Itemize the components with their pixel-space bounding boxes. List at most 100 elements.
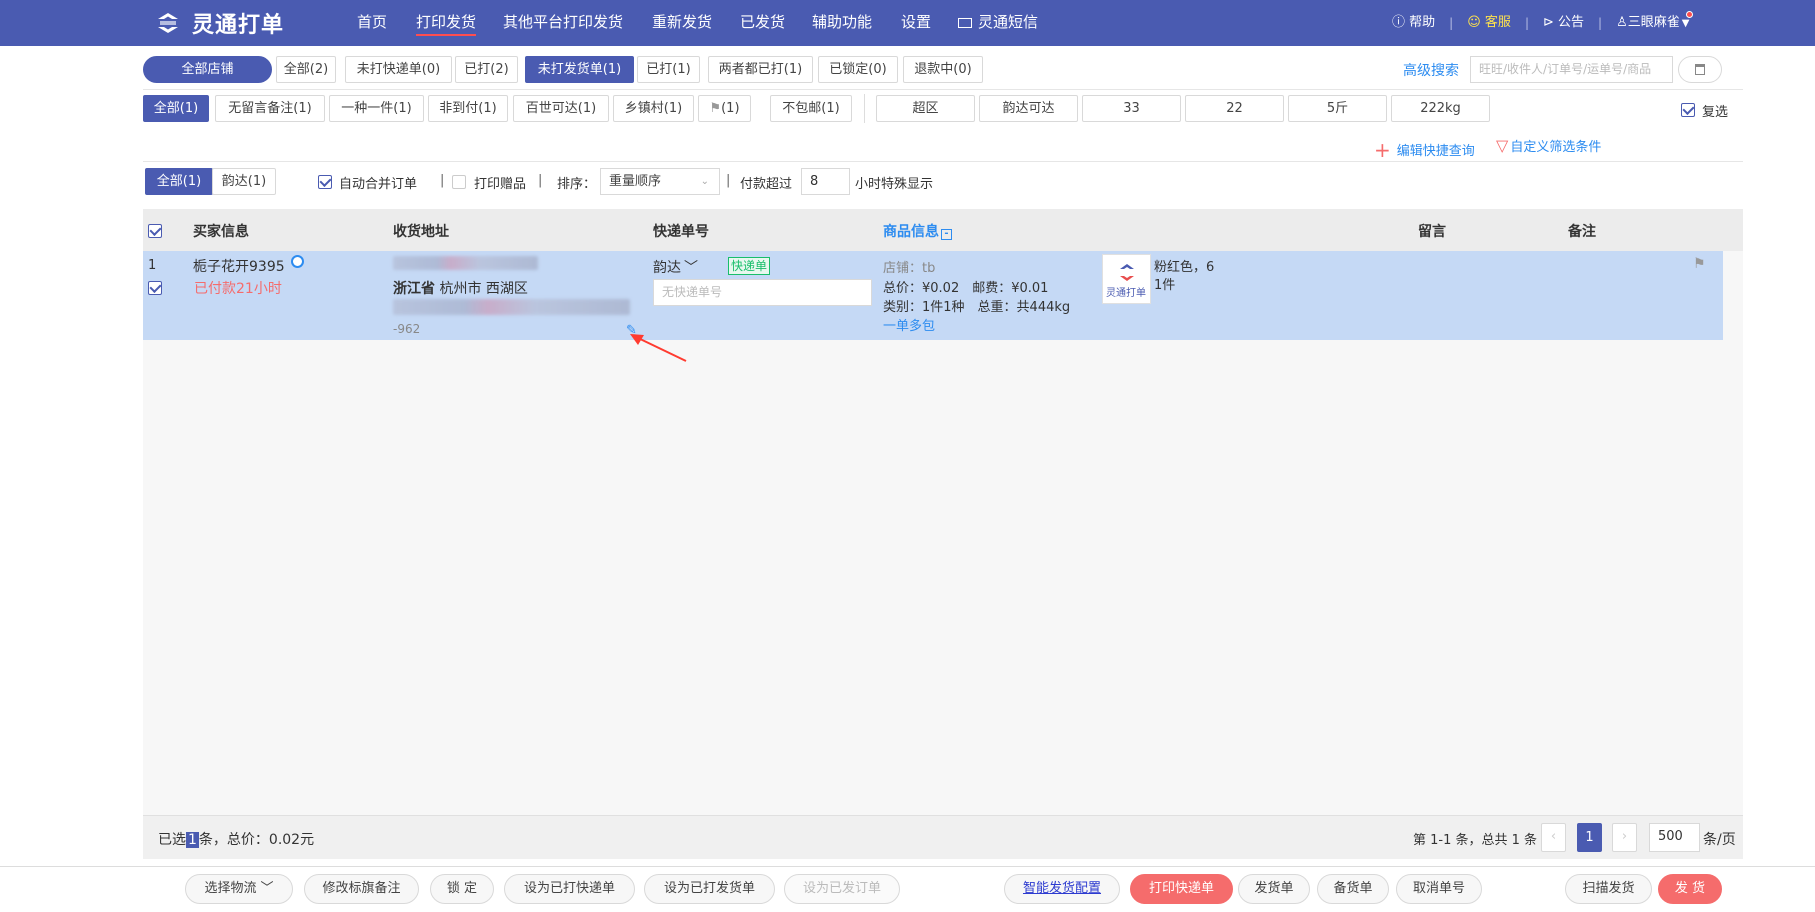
clear-search-button[interactable] — [1678, 56, 1722, 83]
col-product-label: 商品信息 — [883, 224, 939, 240]
tab-all-shops[interactable]: 全部店铺 — [143, 56, 272, 83]
tab-unprinted-express[interactable]: 未打快递单(0) — [345, 56, 452, 83]
filter-weight-5[interactable]: 5斤 — [1288, 95, 1387, 122]
brand-logo[interactable]: 灵通打单 — [152, 7, 284, 39]
filter-non-cod[interactable]: 非到付(1) — [428, 95, 508, 122]
filter-weight-222[interactable]: 222kg — [1391, 95, 1490, 122]
flag-icon[interactable]: ⚑ — [1693, 256, 1706, 272]
wangwang-icon[interactable] — [291, 255, 304, 268]
notice-link[interactable]: ⊳ 公告 — [1543, 1, 1584, 45]
nav-tools[interactable]: 辅助功能 — [812, 0, 872, 46]
filter-no-message[interactable]: 无留言备注(1) — [215, 95, 325, 122]
filter-custom-22[interactable]: 22 — [1185, 95, 1284, 122]
filter-no-free-shipping[interactable]: 不包邮(1) — [770, 95, 852, 122]
logo-icon — [152, 9, 184, 37]
express-select[interactable]: 韵达 ﹀ — [653, 257, 698, 277]
tab-printed[interactable]: 已打(2) — [455, 56, 518, 83]
selected-suffix: 条，总价：0.02元 — [198, 832, 315, 848]
address-detail-blurred — [393, 299, 630, 315]
pay-over-suffix: 小时特殊显示 — [855, 177, 934, 192]
collapse-icon: - — [941, 229, 952, 240]
col-buyer: 买家信息 — [193, 224, 249, 240]
brand-name: 灵通打单 — [192, 13, 285, 38]
tab-unprinted-delivery[interactable]: 未打发货单(1) — [525, 56, 634, 83]
edit-quick-query-link[interactable]: + 编辑快捷查询 — [1374, 136, 1475, 162]
filter-one-kind[interactable]: 一种一件(1) — [329, 95, 424, 122]
user-menu[interactable]: ♙三眼麻雀 ▼ — [1616, 1, 1694, 46]
set-shipped-button[interactable]: 设为已发订单 — [784, 874, 900, 904]
delivery-note-button[interactable]: 发货单 — [1238, 874, 1310, 904]
auto-merge-checkbox[interactable] — [318, 175, 332, 189]
tab-printed-delivery[interactable]: 已打(1) — [637, 56, 700, 83]
nav-settings[interactable]: 设置 — [901, 0, 931, 46]
pay-over-hours-input[interactable]: 8 — [801, 168, 850, 195]
next-page-button[interactable]: › — [1612, 823, 1637, 852]
multi-select-checkbox[interactable] — [1681, 103, 1695, 117]
custom-filter-label: 自定义筛选条件 — [1510, 140, 1602, 155]
tab-locked[interactable]: 已锁定(0) — [818, 56, 898, 83]
print-gift-checkbox[interactable] — [452, 175, 466, 189]
trash-icon — [1695, 64, 1705, 75]
divider: | — [1449, 16, 1454, 30]
caret-down-icon: ▼ — [1681, 17, 1690, 29]
choose-logistics-button[interactable]: 选择物流 ﹀ — [185, 874, 293, 904]
express-tab-yunda[interactable]: 韵达(1) — [212, 168, 276, 195]
funnel-icon: ▽ — [1496, 136, 1509, 155]
selected-count: 1 — [186, 832, 199, 848]
scan-ship-button[interactable]: 扫描发货 — [1565, 874, 1652, 904]
nav-reship[interactable]: 重新发货 — [652, 0, 712, 46]
select-all-checkbox[interactable] — [148, 224, 162, 238]
cancel-number-button[interactable]: 取消单号 — [1396, 874, 1482, 904]
set-printed-delivery-button[interactable]: 设为已打发货单 — [644, 874, 775, 904]
search-input[interactable]: 旺旺/收件人/订单号/运单号/商品 — [1470, 56, 1673, 83]
stock-note-button[interactable]: 备货单 — [1317, 874, 1389, 904]
filter-over-area[interactable]: 超区 — [876, 95, 975, 122]
divider: | — [1598, 16, 1603, 30]
divider — [143, 161, 1743, 162]
print-express-button[interactable]: 打印快递单 — [1130, 874, 1233, 904]
tab-both-printed[interactable]: 两者都已打(1) — [708, 56, 813, 83]
page-1-button[interactable]: 1 — [1577, 823, 1602, 852]
col-product[interactable]: 商品信息 - — [883, 221, 952, 241]
megaphone-icon: ⊳ — [1542, 15, 1554, 30]
lock-button[interactable]: 锁 定 — [430, 874, 494, 904]
ship-button[interactable]: 发 货 — [1658, 874, 1722, 904]
col-remark: 备注 — [1568, 224, 1596, 240]
top-navbar: 灵通打单 首页 打印发货 其他平台打印发货 重新发货 已发货 辅助功能 设置 灵… — [0, 0, 1815, 46]
user-name: 三眼麻雀 — [1627, 14, 1680, 30]
filter-yunda-reachable[interactable]: 韵达可达 — [979, 95, 1078, 122]
headset-icon: ☺ — [1467, 15, 1481, 30]
col-message: 留言 — [1418, 224, 1446, 240]
multi-pack-link[interactable]: 一单多包 — [883, 315, 935, 334]
nav-other-platform[interactable]: 其他平台打印发货 — [503, 0, 623, 46]
filter-rural[interactable]: 乡镇村(1) — [613, 95, 694, 122]
nav-sms[interactable]: 灵通短信 — [958, 0, 1038, 46]
nav-print-ship[interactable]: 打印发货 — [416, 0, 477, 46]
help-link[interactable]: ⓘ 帮助 — [1392, 1, 1435, 45]
product-thumbnail[interactable]: 灵通打单 — [1102, 254, 1151, 304]
advanced-search-link[interactable]: 高级搜索 — [1403, 60, 1459, 80]
express-tab-all[interactable]: 全部(1) — [145, 168, 213, 195]
filter-flag[interactable]: ⚑(1) — [698, 95, 751, 122]
page-size-input[interactable]: 500 — [1649, 823, 1700, 852]
smart-shipping-config-button[interactable]: 智能发货配置 — [1004, 874, 1120, 904]
filter-custom-33[interactable]: 33 — [1082, 95, 1181, 122]
thumb-brand: 灵通打单 — [1106, 288, 1146, 299]
buyer-name[interactable]: 栀子花开9395 — [193, 256, 285, 276]
tracking-number-input[interactable]: 无快递单号 — [653, 279, 872, 306]
nav-shipped[interactable]: 已发货 — [740, 0, 785, 46]
nav-home[interactable]: 首页 — [357, 0, 387, 46]
price-info: 总价：¥0.02 邮费：¥0.01 — [883, 281, 1049, 296]
filter-all[interactable]: 全部(1) — [143, 95, 209, 122]
edit-flag-remark-button[interactable]: 修改标旗备注 — [304, 874, 419, 904]
custom-filter-link[interactable]: ▽ 自定义筛选条件 — [1496, 136, 1601, 155]
row-checkbox[interactable] — [148, 281, 162, 295]
service-link[interactable]: ☺ 客服 — [1467, 1, 1511, 45]
prev-page-button[interactable]: ‹ — [1541, 823, 1566, 852]
address-line: 浙江省 杭州市 西湖区 — [393, 278, 528, 298]
tab-all[interactable]: 全部(2) — [276, 56, 336, 83]
sort-select[interactable]: 重量顺序 ⌄ — [600, 168, 720, 195]
set-printed-express-button[interactable]: 设为已打快递单 — [504, 874, 635, 904]
tab-refunding[interactable]: 退款中(0) — [903, 56, 983, 83]
filter-best-express[interactable]: 百世可达(1) — [513, 95, 609, 122]
